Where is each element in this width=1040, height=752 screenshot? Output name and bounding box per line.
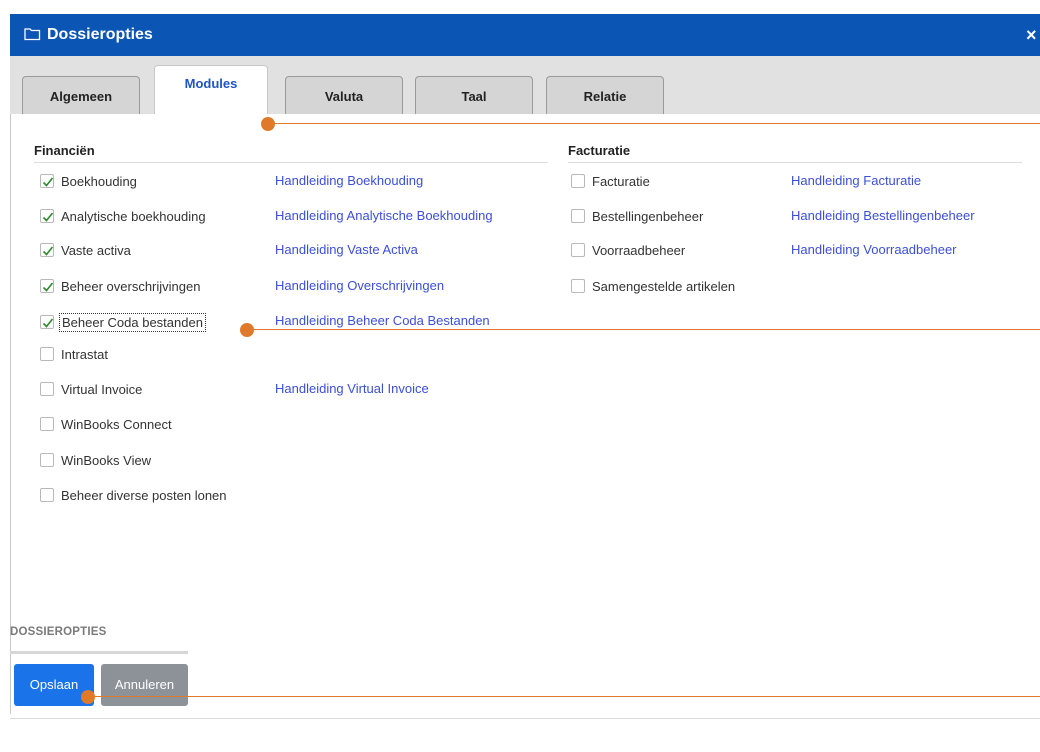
module-label: Voorraadbeheer: [592, 242, 686, 258]
checkbox-unchecked[interactable]: [40, 488, 54, 502]
module-label: WinBooks Connect: [61, 416, 172, 432]
callout-dot: [261, 117, 275, 131]
checkbox-unchecked[interactable]: [40, 347, 54, 361]
module-label: Bestellingenbeheer: [592, 208, 704, 224]
module-virtual-invoice[interactable]: Virtual Invoice: [40, 379, 142, 399]
module-boekhouding[interactable]: Boekhouding: [40, 171, 137, 191]
link-handleiding-facturatie[interactable]: Handleiding Facturatie: [791, 173, 921, 188]
tab-relatie[interactable]: Relatie: [546, 76, 664, 114]
link-handleiding-voorraadbeheer[interactable]: Handleiding Voorraadbeheer: [791, 242, 957, 257]
footer-title: DOSSIEROPTIES: [10, 626, 107, 638]
module-analytische-boekhouding[interactable]: Analytische boekhouding: [40, 206, 206, 226]
module-samengestelde-artikelen[interactable]: Samengestelde artikelen: [571, 276, 735, 296]
cancel-button[interactable]: Annuleren: [101, 664, 188, 706]
module-facturatie[interactable]: Facturatie: [571, 171, 650, 191]
module-label: Facturatie: [592, 173, 650, 189]
checkbox-checked[interactable]: [40, 209, 54, 223]
tab-taal[interactable]: Taal: [415, 76, 533, 114]
dialog-titlebar: Dossieropties ×: [10, 14, 1040, 56]
callout-dot: [240, 323, 254, 337]
checkbox-unchecked[interactable]: [571, 209, 585, 223]
module-label: Analytische boekhouding: [61, 208, 206, 224]
tab-algemeen[interactable]: Algemeen: [22, 76, 140, 114]
module-label: WinBooks View: [61, 452, 152, 468]
module-voorraadbeheer[interactable]: Voorraadbeheer: [571, 240, 685, 260]
link-handleiding-overschrijvingen[interactable]: Handleiding Overschrijvingen: [275, 278, 444, 293]
link-handleiding-boekhouding[interactable]: Handleiding Boekhouding: [275, 173, 423, 188]
module-beheer-diverse-posten-lonen[interactable]: Beheer diverse posten lonen: [40, 485, 227, 505]
checkbox-checked[interactable]: [40, 279, 54, 293]
module-label: Beheer diverse posten lonen: [61, 487, 227, 503]
checkbox-unchecked[interactable]: [571, 279, 585, 293]
link-handleiding-virtual-invoice[interactable]: Handleiding Virtual Invoice: [275, 381, 429, 396]
link-handleiding-bestellingenbeheer[interactable]: Handleiding Bestellingenbeheer: [791, 208, 975, 223]
content-border: [10, 114, 11, 714]
section-header-facturatie: Facturatie: [568, 143, 631, 158]
module-label: Vaste activa: [61, 242, 131, 258]
callout-line: [268, 123, 1040, 124]
module-winbooks-view[interactable]: WinBooks View: [40, 450, 151, 470]
tab-bar: Algemeen Modules Valuta Taal Relatie: [10, 56, 1040, 114]
close-icon[interactable]: ×: [1026, 25, 1040, 46]
tab-modules[interactable]: Modules: [154, 65, 268, 114]
checkbox-unchecked[interactable]: [571, 243, 585, 257]
footer-divider: [10, 651, 188, 654]
module-label: Intrastat: [61, 346, 108, 362]
module-beheer-overschrijvingen[interactable]: Beheer overschrijvingen: [40, 276, 200, 296]
link-handleiding-vaste-activa[interactable]: Handleiding Vaste Activa: [275, 242, 418, 257]
callout-dot: [81, 690, 95, 704]
checkbox-checked[interactable]: [40, 174, 54, 188]
module-label: Beheer overschrijvingen: [61, 278, 201, 294]
callout-line: [88, 696, 1040, 697]
checkbox-unchecked[interactable]: [40, 382, 54, 396]
checkbox-checked[interactable]: [40, 315, 54, 329]
callout-line: [247, 329, 1040, 330]
module-bestellingenbeheer[interactable]: Bestellingenbeheer: [571, 206, 703, 226]
bottom-divider: [10, 718, 1040, 719]
checkbox-unchecked[interactable]: [571, 174, 585, 188]
link-handleiding-analytische-boekhouding[interactable]: Handleiding Analytische Boekhouding: [275, 208, 493, 223]
module-vaste-activa[interactable]: Vaste activa: [40, 240, 131, 260]
checkbox-checked[interactable]: [40, 243, 54, 257]
module-beheer-coda-bestanden[interactable]: Beheer Coda bestanden: [40, 312, 206, 332]
dialog-title: Dossieropties: [47, 26, 153, 43]
section-divider: [568, 162, 1022, 163]
folder-icon: [24, 27, 41, 44]
link-handleiding-beheer-coda-bestanden[interactable]: Handleiding Beheer Coda Bestanden: [275, 313, 490, 328]
checkbox-unchecked[interactable]: [40, 453, 54, 467]
module-label: Samengestelde artikelen: [592, 278, 736, 294]
module-label: Virtual Invoice: [61, 381, 143, 397]
section-header-financien: Financiën: [34, 143, 95, 158]
tab-valuta[interactable]: Valuta: [285, 76, 403, 114]
module-winbooks-connect[interactable]: WinBooks Connect: [40, 414, 172, 434]
module-label: Beheer Coda bestanden: [59, 312, 206, 332]
module-label: Boekhouding: [61, 173, 137, 189]
section-divider: [34, 162, 548, 163]
module-intrastat[interactable]: Intrastat: [40, 344, 108, 364]
checkbox-unchecked[interactable]: [40, 417, 54, 431]
